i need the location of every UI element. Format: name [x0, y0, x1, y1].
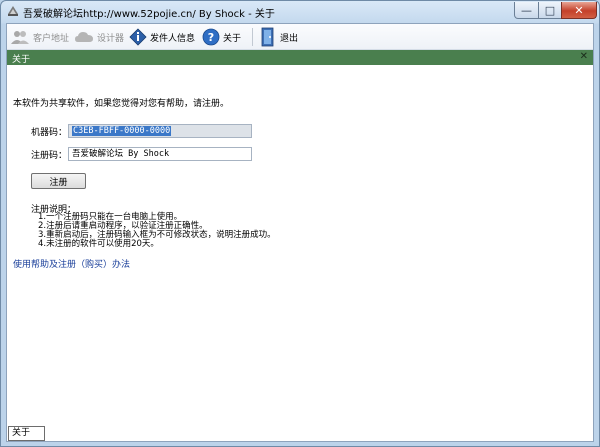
question-icon: ?	[202, 28, 220, 46]
toolbar-label: 发件人信息	[150, 33, 196, 44]
svg-text:?: ?	[208, 31, 214, 44]
toolbar-label: 关于	[223, 33, 242, 44]
registration-code-label: 注册码：	[31, 151, 68, 161]
toolbar-separator	[252, 28, 253, 46]
title-bar[interactable]: 吾爱破解论坛http://www.52pojie.cn/ By Shock - …	[1, 1, 599, 23]
panel-close-icon[interactable]: ✕	[580, 51, 588, 62]
window-title: 吾爱破解论坛http://www.52pojie.cn/ By Shock - …	[23, 9, 275, 20]
people-icon	[11, 31, 29, 44]
registration-code-input[interactable]: 吾爱破解论坛 By Shock	[68, 147, 252, 161]
machine-code-field[interactable]: C3EB-FBFF-0000-0000	[68, 124, 252, 138]
minimize-icon: —	[521, 3, 532, 17]
cloud-icon	[75, 32, 93, 42]
toolbar-label: 客户地址	[33, 33, 70, 44]
application-window: 吾爱破解论坛http://www.52pojie.cn/ By Shock - …	[0, 0, 600, 447]
note-item: 4.未注册的软件可以使用20天。	[38, 239, 159, 249]
minimize-button[interactable]: —	[514, 2, 539, 19]
maximize-button[interactable]: □	[538, 2, 562, 19]
about-panel-header: 关于 ✕	[7, 50, 593, 65]
status-tab-about[interactable]: 关于	[8, 426, 45, 441]
help-register-link[interactable]: 使用帮助及注册（购买）办法	[13, 257, 130, 270]
exit-door-icon	[261, 27, 274, 47]
toolbar-label: 退出	[280, 33, 299, 44]
app-icon	[8, 6, 18, 16]
panel-title: 关于	[12, 55, 31, 65]
toolbar-customer-address[interactable]: 客户地址	[10, 27, 69, 47]
toolbar-label: 设计器	[97, 33, 125, 44]
toolbar-exit[interactable]: 退出	[259, 27, 298, 47]
register-button[interactable]: 注册	[31, 173, 86, 189]
client-area: 客户地址 设计器 发件人信息 ? 关于 退出 关于 ✕ 本软件为共享软件，如果您…	[6, 23, 594, 442]
toolbar-sender-info[interactable]: 发件人信息	[129, 27, 195, 47]
toolbar: 客户地址 设计器 发件人信息 ? 关于 退出	[7, 24, 593, 50]
close-icon: ✕	[574, 3, 584, 17]
info-icon	[129, 28, 147, 46]
machine-code-label: 机器码：	[31, 128, 68, 138]
toolbar-about[interactable]: ? 关于	[202, 27, 241, 47]
toolbar-designer[interactable]: 设计器	[74, 27, 124, 47]
close-button[interactable]: ✕	[561, 2, 597, 19]
machine-code-value: C3EB-FBFF-0000-0000	[72, 126, 172, 136]
intro-text: 本软件为共享软件，如果您觉得对您有帮助，请注册。	[13, 99, 230, 109]
maximize-icon: □	[544, 3, 556, 17]
